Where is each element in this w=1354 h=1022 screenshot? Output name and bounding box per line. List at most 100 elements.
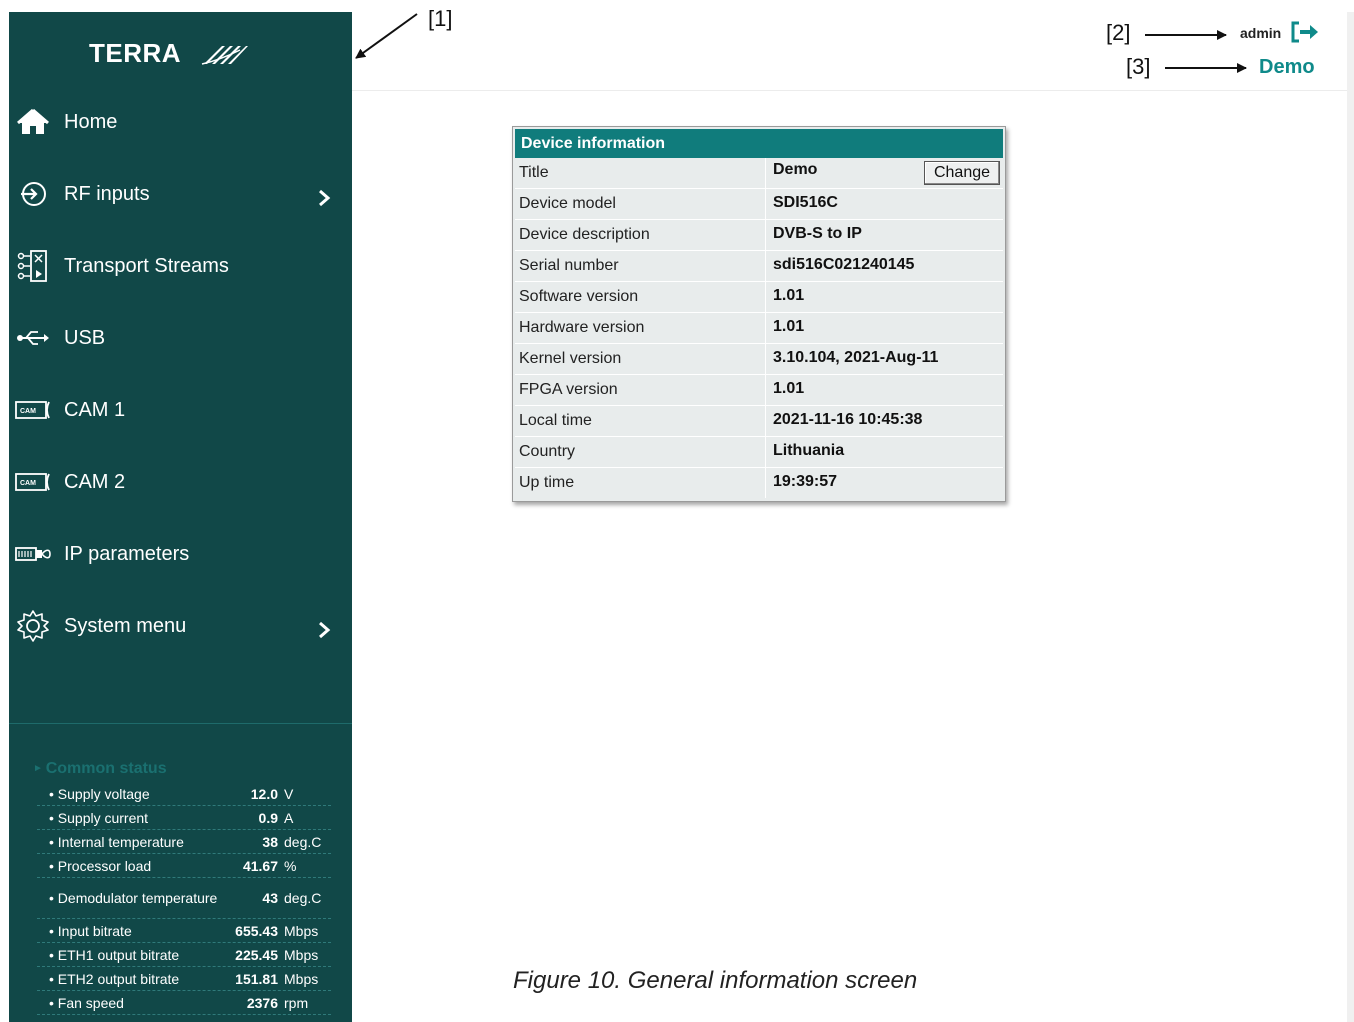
status-row: • Fan speed 2376 rpm	[37, 991, 331, 1015]
transport-streams-icon	[15, 250, 51, 282]
status-value: 43	[262, 890, 278, 906]
status-unit: %	[284, 857, 297, 874]
status-name: • ETH1 output bitrate	[49, 946, 180, 963]
rf-input-icon	[15, 178, 51, 210]
sidebar-item-cam-2[interactable]: CAM CAM 2	[9, 452, 352, 512]
info-row-title: Title Demo Change	[515, 158, 1003, 189]
status-unit: rpm	[284, 994, 309, 1011]
info-value: SDI516C	[773, 194, 838, 211]
info-row: Country Lithuania	[515, 437, 1003, 468]
info-row: Hardware version 1.01	[515, 313, 1003, 344]
status-value: 0.9	[258, 809, 278, 826]
status-name: • Demodulator temperature	[49, 890, 218, 906]
info-row: FPGA version 1.01	[515, 375, 1003, 406]
user-name: admin	[1240, 25, 1282, 41]
status-value: 41.67	[242, 857, 278, 874]
info-label: Local time	[519, 412, 592, 429]
info-label: Title	[519, 164, 549, 181]
terra-logo-text: TERRA	[89, 38, 182, 68]
sidebar-item-rf-inputs[interactable]: RF inputs	[9, 164, 352, 224]
status-row: • Demodulator temperature 43 deg.C	[37, 878, 331, 919]
column-divider	[765, 313, 766, 343]
figure-caption: Figure 10. General information screen	[513, 967, 918, 994]
annotation-label-3: [3]	[1126, 54, 1151, 79]
ethernet-icon	[15, 538, 51, 570]
logout-arrow-icon[interactable]	[1290, 21, 1322, 43]
sidebar-item-label: CAM 2	[64, 470, 126, 493]
status-name: • Input bitrate	[49, 922, 132, 939]
sidebar-item-label: Home	[64, 110, 118, 133]
info-value: 3.10.104, 2021-Aug-11	[773, 349, 939, 366]
terra-logo-icon	[201, 46, 248, 65]
status-unit: Mbps	[284, 946, 319, 963]
info-label: Hardware version	[519, 319, 645, 336]
info-value: 19:39:57	[773, 473, 838, 490]
sidebar-item-home[interactable]: Home	[9, 92, 352, 152]
sidebar-item-system-menu[interactable]: System menu	[9, 596, 352, 656]
column-divider	[765, 468, 766, 498]
status-unit: deg.C	[284, 890, 322, 906]
status-row: • Processor load 41.67%	[37, 854, 331, 878]
info-label: Country	[519, 443, 576, 460]
annotation-label-1: [1]	[428, 6, 453, 31]
chevron-right-icon	[319, 621, 331, 639]
svg-text:CAM: CAM	[20, 408, 36, 415]
info-row: Serial number sdi516C021240145	[515, 251, 1003, 282]
status-row: • ETH2 output bitrate 151.81 Mbps	[37, 967, 331, 991]
device-information-panel: Device information Title Demo Change Dev…	[512, 126, 1006, 502]
status-row: • ETH1 output bitrate 225.45 Mbps	[37, 943, 331, 967]
sidebar-item-label: Transport Streams	[64, 254, 229, 277]
info-label: Device description	[519, 226, 650, 243]
column-divider	[765, 158, 766, 188]
status-name: • Processor load	[49, 857, 152, 874]
chevron-right-icon	[319, 189, 331, 207]
status-value: 655.43	[235, 922, 278, 939]
info-label: Device model	[519, 195, 616, 212]
common-status-table: • Supply voltage 12.0 V • Supply current 0.…	[37, 782, 331, 1015]
sidebar-item-cam-1[interactable]: CAM CAM 1	[9, 380, 352, 440]
status-name: • Supply voltage	[49, 785, 150, 802]
status-row: • Supply current 0.9 A	[37, 806, 331, 830]
sidebar-item-ip-parameters[interactable]: IP parameters	[9, 524, 352, 584]
info-row: Device description DVB-S to IP	[515, 220, 1003, 251]
status-value: 38	[262, 833, 278, 850]
status-value: 225.45	[235, 946, 278, 963]
sidebar-divider	[9, 723, 352, 724]
scrollbar[interactable]	[1347, 12, 1354, 1022]
sidebar-item-label: RF inputs	[64, 182, 150, 205]
common-status-title[interactable]: ► Common status	[33, 760, 167, 778]
sidebar-item-usb[interactable]: USB	[9, 308, 352, 368]
info-row: Software version 1.01	[515, 282, 1003, 313]
status-value: 2376	[246, 994, 278, 1011]
status-value: 12.0	[250, 785, 278, 802]
info-value: sdi516C021240145	[773, 256, 915, 273]
info-label: Software version	[519, 288, 639, 305]
sidebar-item-label: System menu	[64, 614, 187, 637]
info-row: Device model SDI516C	[515, 189, 1003, 220]
change-title-button[interactable]: Change	[924, 161, 1000, 185]
sidebar-item-label: CAM 1	[64, 398, 126, 421]
info-label: Kernel version	[519, 350, 622, 367]
status-unit: A	[284, 809, 294, 826]
svg-text:CAM: CAM	[20, 480, 36, 487]
sidebar: TERRA Home RF inputs Transport Streams U…	[9, 12, 352, 1022]
sidebar-item-transport-streams[interactable]: Transport Streams	[9, 236, 352, 296]
status-value: 151.81	[235, 970, 278, 987]
status-row: • Supply voltage 12.0 V	[37, 782, 331, 806]
column-divider	[765, 437, 766, 467]
device-title: Demo	[1259, 56, 1315, 78]
column-divider	[765, 344, 766, 374]
info-row: Up time 19:39:57	[515, 468, 1003, 498]
info-value: 2021-11-16 10:45:38	[773, 411, 923, 428]
column-divider	[765, 375, 766, 405]
status-unit: Mbps	[284, 970, 319, 987]
sidebar-item-label: USB	[64, 326, 106, 349]
column-divider	[765, 282, 766, 312]
info-label: Serial number	[519, 257, 619, 274]
column-divider	[765, 251, 766, 281]
status-row: • Input bitrate 655.43 Mbps	[37, 919, 331, 943]
status-unit: deg.C	[284, 833, 322, 850]
usb-icon	[15, 322, 51, 354]
info-value: Demo	[773, 161, 818, 178]
status-name: • ETH2 output bitrate	[49, 970, 180, 987]
